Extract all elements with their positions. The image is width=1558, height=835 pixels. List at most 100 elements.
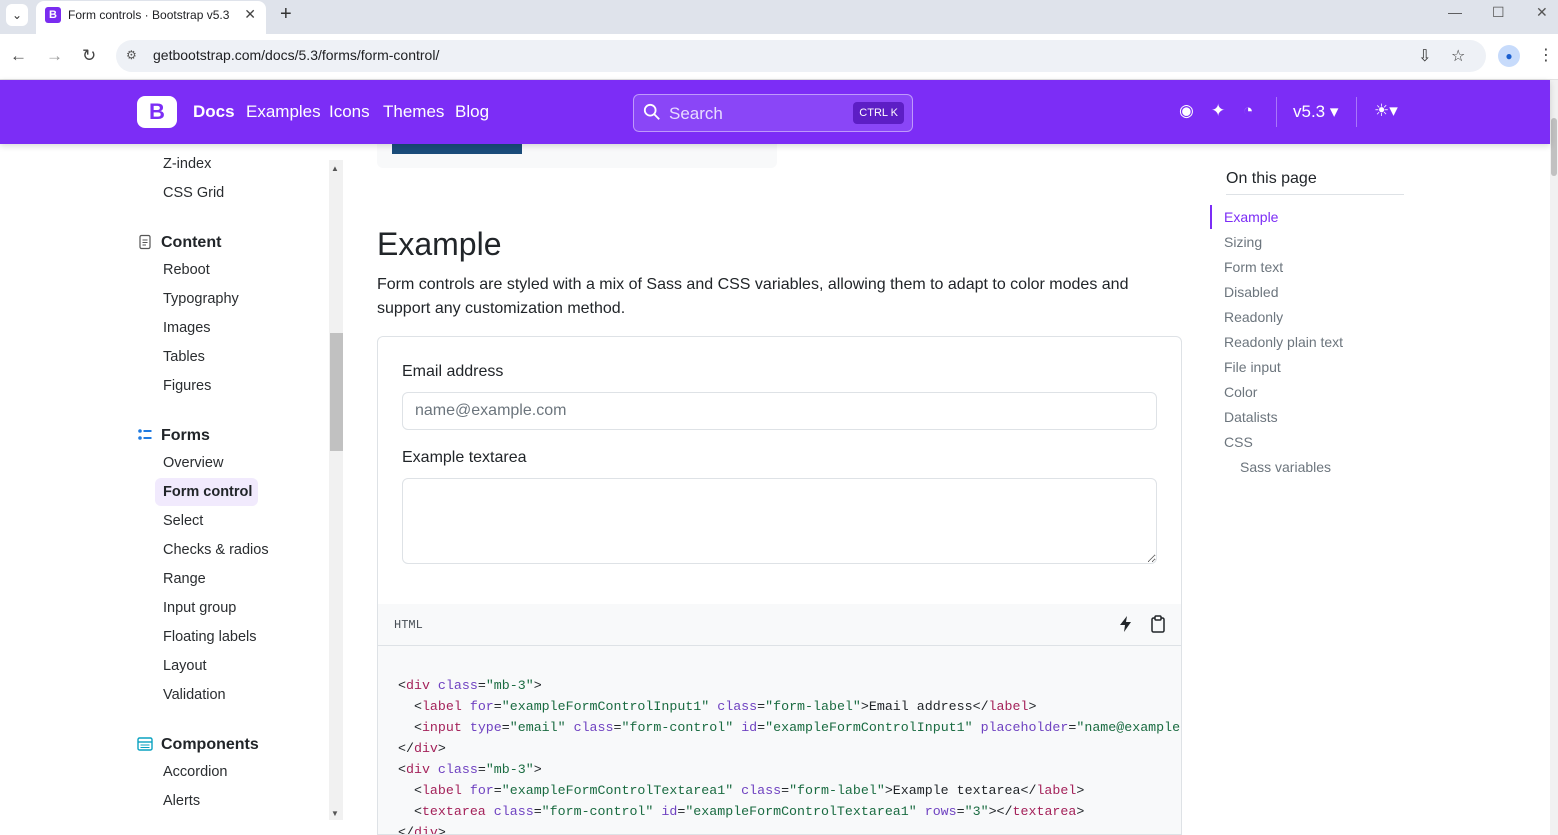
toc-active-indicator	[1210, 205, 1212, 229]
code-line: </div>	[398, 825, 446, 835]
url-text[interactable]: getbootstrap.com/docs/5.3/forms/form-con…	[153, 47, 439, 63]
toc-item-form-text[interactable]: Form text	[1224, 259, 1283, 275]
sidebar-item-overview[interactable]: Overview	[163, 455, 223, 471]
sidebar-item-form-control[interactable]: Form control	[163, 484, 252, 500]
scroll-up-icon[interactable]: ▲	[331, 164, 339, 173]
code-line: <input type="email" class="form-control"…	[398, 720, 1182, 735]
bootstrap-navbar: B Docs Examples Icons Themes Blog Search…	[0, 80, 1550, 144]
site-info-icon[interactable]: ⚙	[126, 48, 137, 62]
sidebar-item-checks-radios[interactable]: Checks & radios	[163, 542, 269, 558]
toc-item-sass-variables[interactable]: Sass variables	[1240, 459, 1331, 475]
nav-themes[interactable]: Themes	[383, 102, 444, 122]
sidebar-heading-components: Components	[161, 736, 259, 753]
sidebar-item-input-group[interactable]: Input group	[163, 600, 236, 616]
toc-item-disabled[interactable]: Disabled	[1224, 284, 1278, 300]
navbar-divider	[1356, 97, 1357, 127]
tab-close-icon[interactable]: ✕	[244, 6, 256, 23]
code-line: <label for="exampleFormControlInput1" cl…	[398, 699, 1037, 714]
profile-avatar-icon[interactable]: ●	[1498, 45, 1520, 67]
code-line: <label for="exampleFormControlTextarea1"…	[398, 783, 1085, 798]
sidebar-item-images[interactable]: Images	[163, 320, 211, 336]
code-block[interactable]: <div class="mb-3"> <label for="exampleFo…	[377, 646, 1182, 835]
github-icon[interactable]: ◉	[1179, 101, 1194, 121]
scroll-down-icon[interactable]: ▼	[331, 809, 339, 818]
twitter-icon[interactable]: ✦	[1211, 101, 1225, 121]
docs-sidebar: Z-index CSS Grid Content Reboot Typograp…	[120, 144, 345, 835]
nav-blog[interactable]: Blog	[455, 102, 489, 122]
address-bar: ← → ↻ ⚙ getbootstrap.com/docs/5.3/forms/…	[0, 34, 1558, 80]
page-scrollbar-thumb[interactable]	[1551, 118, 1557, 176]
code-language-label: HTML	[394, 618, 423, 632]
close-window-icon[interactable]: ✕	[1536, 4, 1548, 21]
bootstrap-logo[interactable]: B	[137, 96, 177, 128]
forward-icon[interactable]: →	[46, 46, 63, 66]
section-heading-example: Example	[377, 226, 502, 262]
sidebar-item-tables[interactable]: Tables	[163, 349, 205, 365]
toc-item-sizing[interactable]: Sizing	[1224, 234, 1262, 250]
bookmark-star-icon[interactable]: ☆	[1451, 46, 1465, 66]
example-textarea[interactable]	[402, 478, 1157, 564]
page-scrollbar[interactable]	[1550, 80, 1558, 835]
sidebar-item-validation[interactable]: Validation	[163, 687, 226, 703]
toc-item-readonly-plain-text[interactable]: Readonly plain text	[1224, 334, 1343, 350]
toc-divider	[1226, 194, 1404, 195]
opencollective-icon[interactable]: ◔	[1243, 101, 1253, 121]
email-label: Email address	[402, 363, 504, 380]
nav-icons[interactable]: Icons	[329, 102, 370, 122]
sidebar-item-z-index[interactable]: Z-index	[163, 156, 211, 172]
navbar-divider	[1276, 97, 1277, 127]
nav-examples[interactable]: Examples	[246, 102, 321, 122]
sidebar-item-alerts[interactable]: Alerts	[163, 793, 200, 809]
bootstrap-favicon-icon: B	[45, 7, 61, 23]
toc-title: On this page	[1226, 170, 1317, 187]
tab-search-icon[interactable]: ⌄	[6, 4, 28, 26]
theme-toggle-icon[interactable]: ☀▾	[1374, 101, 1398, 121]
sidebar-item-accordion[interactable]: Accordion	[163, 764, 227, 780]
document-icon	[139, 234, 151, 250]
sidebar-item-figures[interactable]: Figures	[163, 378, 211, 394]
omnibox[interactable]: ⚙ getbootstrap.com/docs/5.3/forms/form-c…	[116, 40, 1486, 72]
sidebar-item-layout[interactable]: Layout	[163, 658, 207, 674]
toc-item-example[interactable]: Example	[1224, 209, 1278, 225]
sidebar-scrollbar-thumb[interactable]	[330, 333, 343, 451]
toc-item-file-input[interactable]: File input	[1224, 359, 1281, 375]
code-line: <textarea class="form-control" id="examp…	[398, 804, 1085, 819]
toc-item-css[interactable]: CSS	[1224, 434, 1253, 450]
sidebar-item-reboot[interactable]: Reboot	[163, 262, 210, 278]
textarea-label: Example textarea	[402, 449, 527, 466]
tab-title: Form controls · Bootstrap v5.3	[68, 8, 230, 22]
components-icon	[137, 737, 153, 751]
code-line: <div class="mb-3">	[398, 678, 542, 693]
version-dropdown[interactable]: v5.3 ▾	[1293, 102, 1338, 122]
search-shortcut: CTRL K	[853, 102, 904, 124]
minimize-icon[interactable]: —	[1448, 4, 1462, 20]
sidebar-item-range[interactable]: Range	[163, 571, 206, 587]
code-line: <div class="mb-3">	[398, 762, 542, 777]
sidebar-item-typography[interactable]: Typography	[163, 291, 239, 307]
forms-list-icon	[138, 429, 152, 440]
sidebar-item-select[interactable]: Select	[163, 513, 203, 529]
browser-menu-icon[interactable]: ⋮	[1538, 45, 1554, 65]
toc-item-datalists[interactable]: Datalists	[1224, 409, 1278, 425]
docs-search[interactable]: Search CTRL K	[633, 94, 913, 132]
reload-icon[interactable]: ↻	[82, 46, 96, 66]
browser-tab[interactable]: B Form controls · Bootstrap v5.3 ✕	[36, 1, 266, 34]
sidebar-heading-forms: Forms	[161, 427, 210, 444]
browser-tab-bar: ⌄ B Form controls · Bootstrap v5.3 ✕ + —…	[0, 0, 1558, 34]
back-icon[interactable]: ←	[10, 46, 27, 66]
new-tab-icon[interactable]: +	[280, 3, 292, 26]
code-line: </div>	[398, 741, 446, 756]
nav-docs[interactable]: Docs	[193, 102, 235, 122]
search-placeholder: Search	[669, 104, 723, 123]
maximize-icon[interactable]: ☐	[1492, 4, 1505, 21]
search-icon	[643, 103, 660, 120]
copy-clipboard-icon[interactable]	[1148, 614, 1168, 634]
sidebar-item-css-grid[interactable]: CSS Grid	[163, 185, 224, 201]
toc-item-readonly[interactable]: Readonly	[1224, 309, 1283, 325]
install-app-icon[interactable]: ⇩	[1418, 46, 1431, 66]
sidebar-scrollbar[interactable]	[329, 160, 343, 820]
email-field[interactable]	[402, 392, 1157, 430]
toc-item-color[interactable]: Color	[1224, 384, 1257, 400]
sidebar-item-floating-labels[interactable]: Floating labels	[163, 629, 257, 645]
stackblitz-lightning-icon[interactable]	[1116, 614, 1136, 634]
